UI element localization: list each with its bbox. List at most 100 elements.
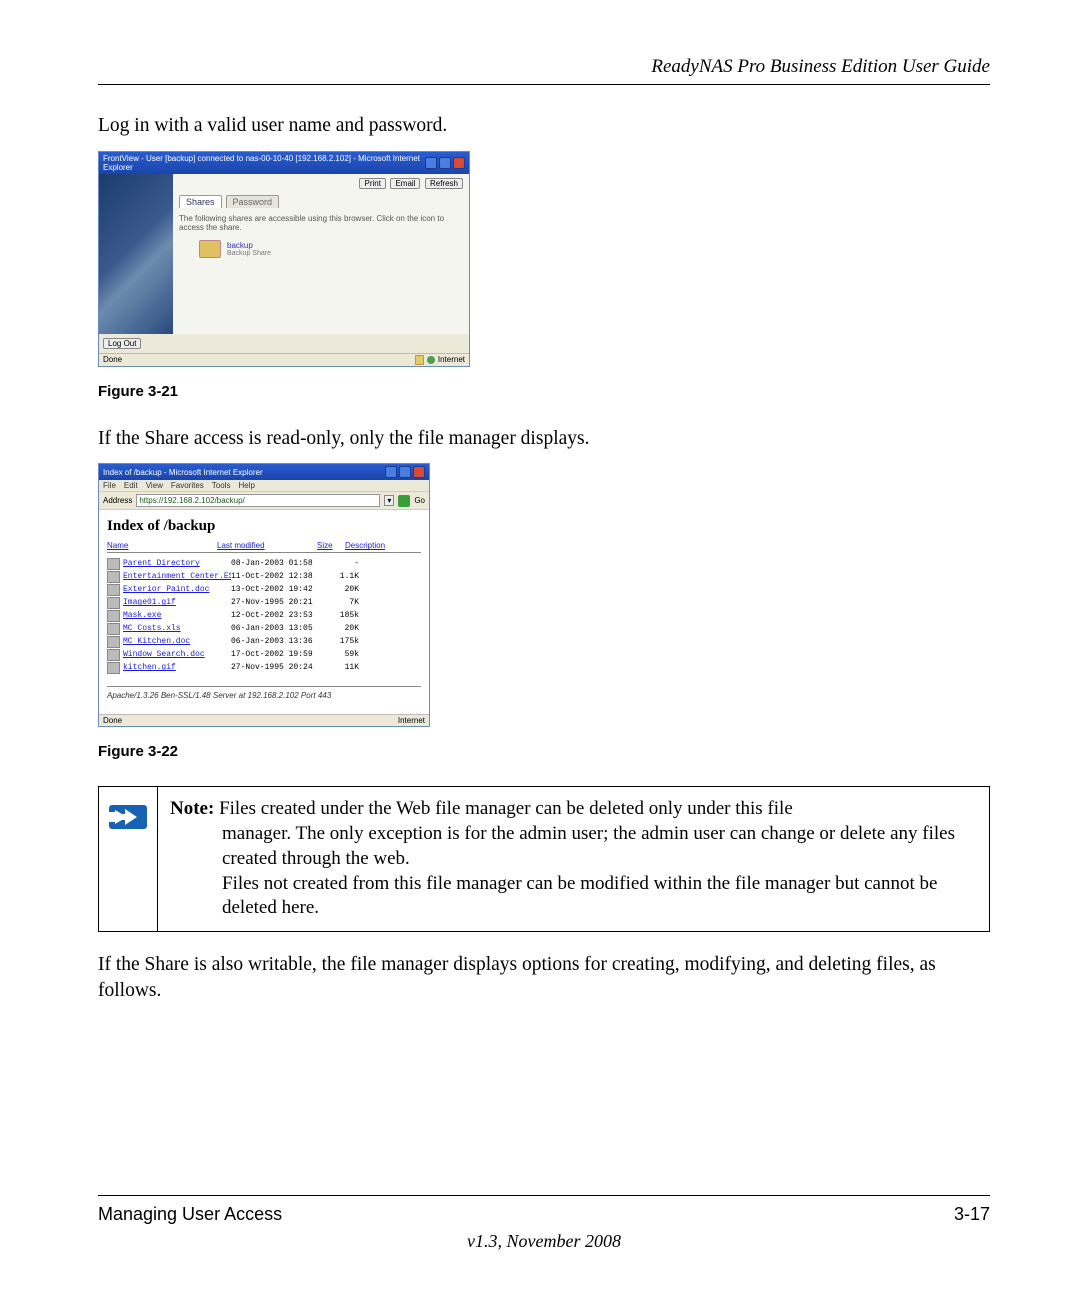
menu-fav[interactable]: Favorites [171,481,204,490]
file-size: 7K [331,598,363,607]
refresh-button[interactable]: Refresh [425,178,463,189]
file-modified: 17-Oct-2002 19:59 [231,650,331,659]
dropdown-icon[interactable]: ▾ [384,495,394,506]
menu-tools[interactable]: Tools [212,481,231,490]
file-size: 11K [331,663,363,672]
file-icon [107,584,120,596]
note-label: Note: [170,798,214,819]
shares-tab[interactable]: Shares [179,195,222,208]
file-row[interactable]: MC Kitchen.doc06-Jan-2003 13:36175k [107,635,421,648]
file-row[interactable]: Image01.gif27-Nov-1995 20:217K [107,596,421,609]
note-callout: Note: Files created under the Web file m… [98,786,990,931]
share-instruction-text: The following shares are accessible usin… [179,214,463,232]
file-size: - [331,559,363,568]
file-modified: 12-Oct-2002 23:53 [231,611,331,620]
file-name[interactable]: MC Costs.xls [123,624,231,633]
col-modified[interactable]: Last modified [217,541,317,550]
status-done-2: Done [103,716,122,725]
figure-21-window: FrontView - User [backup] connected to n… [98,151,470,367]
file-name[interactable]: Window Search.doc [123,650,231,659]
col-name[interactable]: Name [107,541,217,550]
file-row[interactable]: Entertainment Center.ESD11-Oct-2002 12:3… [107,570,421,583]
file-icon [107,649,120,661]
file-icon [107,571,120,583]
file-modified: 08-Jan-2003 01:58 [231,559,331,568]
menu-help[interactable]: Help [238,481,254,490]
file-modified: 27-Nov-1995 20:24 [231,663,331,672]
file-size: 175k [331,637,363,646]
file-icon [107,558,120,570]
file-name[interactable]: Image01.gif [123,598,231,607]
file-name[interactable]: Mask.exe [123,611,231,620]
window-titlebar-2: Index of /backup - Microsoft Internet Ex… [99,464,429,480]
window-titlebar: FrontView - User [backup] connected to n… [99,152,469,174]
file-name[interactable]: kitchen.gif [123,663,231,672]
col-size[interactable]: Size [317,541,345,550]
file-size: 1.1K [331,572,363,581]
address-input[interactable]: https://192.168.2.102/backup/ [136,494,380,507]
go-button-icon[interactable] [398,495,410,507]
header-divider [98,84,990,85]
menu-edit[interactable]: Edit [124,481,138,490]
menu-view[interactable]: View [146,481,163,490]
password-tab[interactable]: Password [226,195,280,208]
figure-22-caption: Figure 3-22 [98,743,990,760]
file-row[interactable]: kitchen.gif27-Nov-1995 20:2411K [107,661,421,674]
footer-divider [98,1195,990,1196]
file-name[interactable]: Parent Directory [123,559,231,568]
close-icon[interactable] [453,157,465,169]
file-row[interactable]: MC Costs.xls06-Jan-2003 13:0520K [107,622,421,635]
minimize-icon[interactable] [385,466,397,478]
file-icon [107,610,120,622]
file-row[interactable]: Mask.exe12-Oct-2002 23:53185k [107,609,421,622]
note-line2: manager. The only exception is for the a… [222,822,977,871]
print-button[interactable]: Print [359,178,385,189]
file-name[interactable]: Entertainment Center.ESD [123,572,231,581]
share-desc: Backup Share [227,250,271,257]
file-name[interactable]: Exterior Paint.doc [123,585,231,594]
status-done: Done [103,355,122,364]
after-fig21-paragraph: If the Share access is read-only, only t… [98,426,990,452]
file-name[interactable]: MC Kitchen.doc [123,637,231,646]
footer-page-number: 3-17 [954,1204,990,1225]
file-row[interactable]: Parent Directory08-Jan-2003 01:58- [107,557,421,570]
share-name: backup [227,241,271,250]
window-title-text-2: Index of /backup - Microsoft Internet Ex… [103,468,263,477]
maximize-icon[interactable] [399,466,411,478]
sidebar-image [99,174,173,334]
menu-file[interactable]: File [103,481,116,490]
browser-menubar: File Edit View Favorites Tools Help [99,480,429,491]
logout-button[interactable]: Log Out [103,338,141,349]
file-icon [107,623,120,635]
close-icon[interactable] [413,466,425,478]
index-heading: Index of /backup [107,518,421,535]
file-modified: 06-Jan-2003 13:36 [231,637,331,646]
file-row[interactable]: Window Search.doc17-Oct-2002 19:5959k [107,648,421,661]
maximize-icon[interactable] [439,157,451,169]
file-size: 59k [331,650,363,659]
note-line1: Files created under the Web file manager… [214,798,792,819]
folder-icon [199,240,221,258]
go-label: Go [414,496,425,505]
after-note-paragraph: If the Share is also writable, the file … [98,952,990,1003]
file-modified: 06-Jan-2003 13:05 [231,624,331,633]
footer-version: v1.3, November 2008 [98,1231,990,1252]
server-signature: Apache/1.3.26 Ben-SSL/1.48 Server at 192… [107,686,421,700]
file-icon [107,636,120,648]
note-line3: Files not created from this file manager… [222,872,977,921]
file-row[interactable]: Exterior Paint.doc13-Oct-2002 19:4220K [107,583,421,596]
file-modified: 11-Oct-2002 12:38 [231,572,331,581]
file-icon [107,662,120,674]
column-headers: Name Last modified Size Description [107,541,421,553]
email-button[interactable]: Email [390,178,420,189]
figure-21-caption: Figure 3-21 [98,383,990,400]
file-size: 20K [331,624,363,633]
share-item[interactable]: backup Backup Share [199,240,463,258]
status-zone: Internet [438,355,465,364]
col-desc[interactable]: Description [345,541,421,550]
globe-icon [427,356,435,364]
minimize-icon[interactable] [425,157,437,169]
intro-paragraph: Log in with a valid user name and passwo… [98,113,990,139]
figure-22-window: Index of /backup - Microsoft Internet Ex… [98,463,430,727]
lock-icon [415,355,424,365]
